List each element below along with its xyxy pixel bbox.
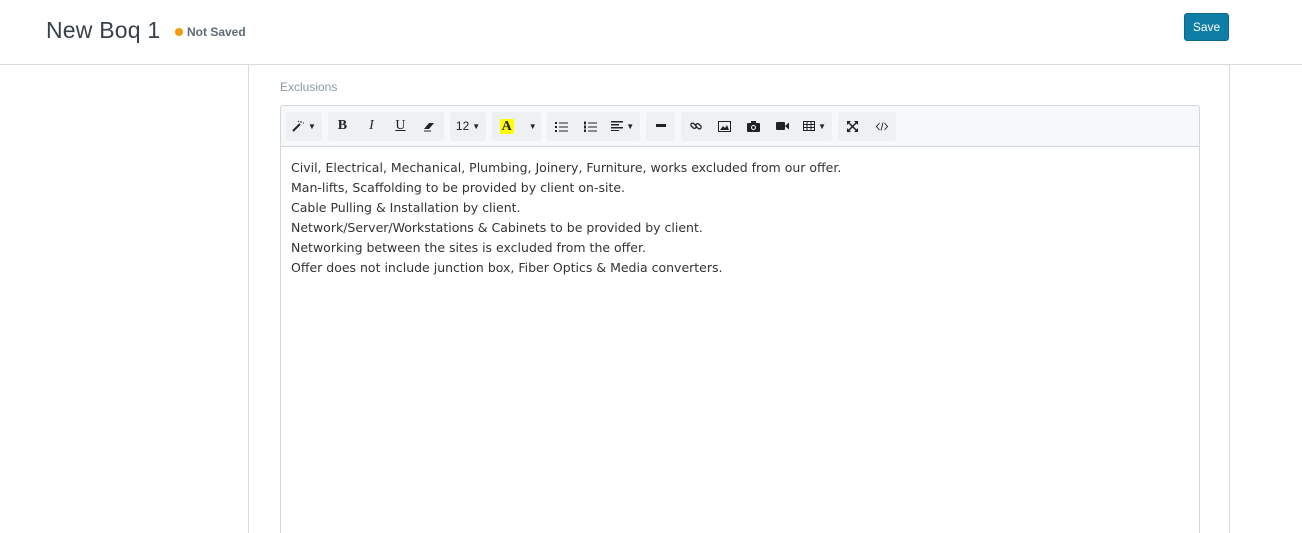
font-size-dropdown[interactable]: 12 ▼: [450, 112, 486, 141]
code-view-button[interactable]: [867, 112, 896, 141]
save-status-indicator: Not Saved: [175, 25, 246, 39]
status-text: Not Saved: [187, 25, 246, 39]
chevron-down-icon: ▼: [528, 121, 537, 131]
content-line: Cable Pulling & Installation by client.: [291, 200, 521, 215]
table-icon: [803, 121, 816, 131]
clear-format-button[interactable]: [415, 112, 444, 141]
minus-icon: [655, 124, 666, 127]
bold-icon: B: [337, 118, 348, 133]
fullscreen-button[interactable]: [838, 112, 867, 141]
editor-toolbar: ▼ B I U 12 ▼ A ▼ ▼ ▼: [281, 106, 1199, 147]
status-dot-icon: [175, 28, 183, 36]
content-line: Man-lifts, Scaffolding to be provided by…: [291, 180, 626, 195]
save-button[interactable]: Save: [1184, 13, 1229, 41]
magic-wand-icon: [292, 120, 304, 132]
font-size-group: 12 ▼: [449, 111, 487, 141]
numbered-list-icon: [584, 121, 598, 132]
highlight-letter-icon: A: [499, 118, 514, 134]
italic-icon: I: [369, 118, 374, 133]
bullet-list-icon: [555, 121, 569, 132]
chevron-down-icon: ▼: [818, 121, 827, 131]
align-left-icon: [611, 121, 624, 131]
page-header: New Boq 1 Not Saved Save: [0, 0, 1302, 65]
style-dropdown-button[interactable]: ▼: [286, 112, 322, 141]
italic-button[interactable]: I: [357, 112, 386, 141]
eraser-icon: [423, 122, 434, 131]
bold-button[interactable]: B: [328, 112, 357, 141]
insert-video-button[interactable]: [768, 112, 797, 141]
color-group: A ▼: [492, 111, 542, 141]
link-icon: [689, 122, 702, 130]
unordered-list-button[interactable]: [547, 112, 576, 141]
insert-group: ▼: [681, 111, 833, 141]
exclusions-label: Exclusions: [280, 80, 338, 94]
exclusions-editor: ▼ B I U 12 ▼ A ▼ ▼ ▼ Civil, Electrical, …: [280, 105, 1200, 533]
paragraph-group: ▼: [547, 111, 641, 141]
underline-button[interactable]: U: [386, 112, 415, 141]
content-line: Civil, Electrical, Mechanical, Plumbing,…: [291, 160, 842, 175]
align-dropdown-button[interactable]: ▼: [605, 112, 640, 141]
font-size-value: 12: [455, 119, 470, 133]
table-dropdown-button[interactable]: ▼: [797, 112, 832, 141]
camera-icon: [747, 120, 761, 132]
view-group: [838, 111, 897, 141]
chevron-down-icon: ▼: [308, 121, 316, 131]
code-icon: [875, 121, 888, 131]
insert-photo-button[interactable]: [739, 112, 768, 141]
content-line: Network/Server/Workstations & Cabinets t…: [291, 220, 703, 235]
editor-content[interactable]: Civil, Electrical, Mechanical, Plumbing,…: [281, 147, 1199, 289]
hr-group: [646, 111, 676, 141]
insert-picture-button[interactable]: [710, 112, 739, 141]
expand-icon: [847, 120, 859, 132]
form-section: Exclusions ▼ B I U 12 ▼ A ▼ ▼ ▼ Civil, E…: [248, 65, 1230, 533]
chevron-down-icon: ▼: [626, 121, 635, 131]
underline-icon: U: [395, 118, 406, 133]
ordered-list-button[interactable]: [576, 112, 605, 141]
font-style-group: B I U: [327, 111, 444, 141]
style-group: ▼: [286, 111, 322, 141]
video-camera-icon: [776, 122, 790, 130]
insert-link-button[interactable]: [681, 112, 710, 141]
page-title: New Boq 1: [46, 17, 161, 43]
color-dropdown-button[interactable]: ▼: [521, 112, 541, 141]
content-line: Networking between the sites is excluded…: [291, 240, 646, 255]
highlight-color-button[interactable]: A: [492, 112, 521, 141]
picture-icon: [718, 120, 732, 132]
chevron-down-icon: ▼: [472, 121, 481, 131]
content-line: Offer does not include junction box, Fib…: [291, 260, 723, 275]
horizontal-rule-button[interactable]: [646, 112, 675, 141]
